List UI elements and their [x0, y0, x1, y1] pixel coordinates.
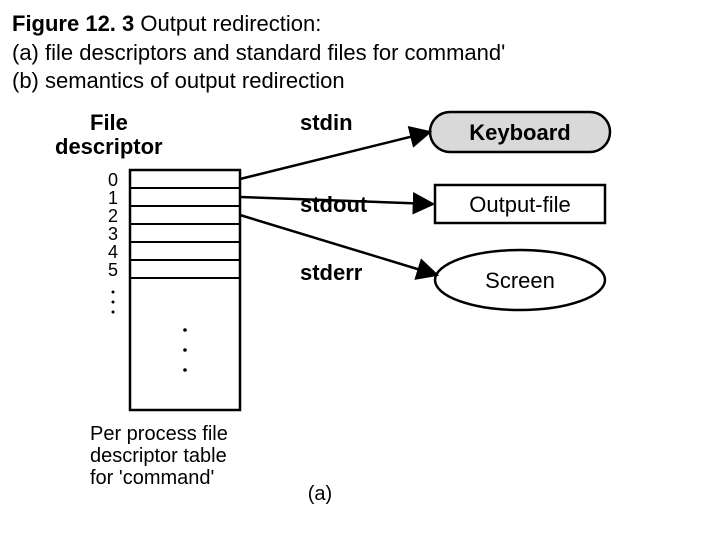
fd-index-5: 5 [108, 260, 118, 280]
output-file-label: Output-file [469, 192, 571, 217]
subfigure-label: (a) [308, 483, 332, 505]
stdin-label: stdin [300, 110, 353, 135]
screen-box: Screen [435, 250, 605, 310]
diagram-svg: File descriptor 0 1 2 3 4 5 stdin stdout… [0, 100, 720, 530]
fd-index-0: 0 [108, 170, 118, 190]
fd-index-2: 2 [108, 206, 118, 226]
figure-caption-line-b: (b) semantics of output redirection [12, 68, 345, 93]
figure-caption: Figure 12. 3 Output redirection: (a) fil… [0, 0, 720, 100]
arrow-stdin [240, 132, 430, 179]
keyboard-label: Keyboard [469, 120, 570, 145]
fd-index-1: 1 [108, 188, 118, 208]
fd-header-label: File descriptor [55, 110, 163, 159]
output-file-box: Output-file [435, 185, 605, 223]
keyboard-box: Keyboard [430, 112, 610, 152]
stderr-label: stderr [300, 260, 363, 285]
figure-number: Figure 12. 3 [12, 11, 134, 36]
screen-label: Screen [485, 268, 555, 293]
fd-table-caption: Per process file descriptor table for 'c… [90, 423, 233, 489]
figure-title: Output redirection: [134, 11, 321, 36]
fd-index-4: 4 [108, 242, 118, 262]
figure-caption-line-a: (a) file descriptors and standard files … [12, 40, 505, 65]
fd-index-3: 3 [108, 224, 118, 244]
fd-table: 0 1 2 3 4 5 [108, 170, 240, 410]
stdout-label: stdout [300, 192, 368, 217]
